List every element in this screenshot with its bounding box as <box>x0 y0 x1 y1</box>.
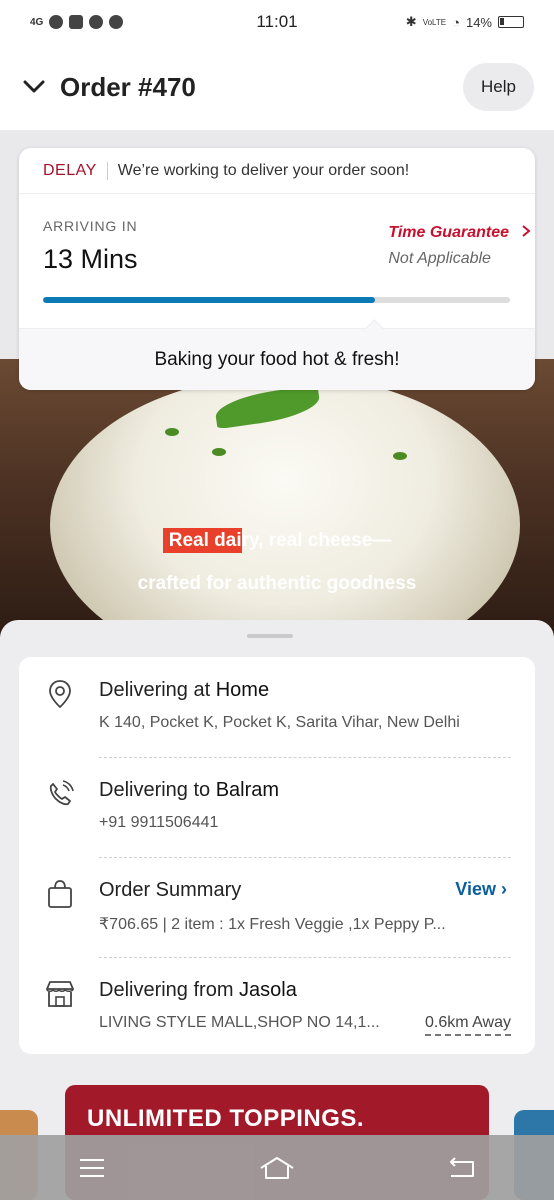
store-prefix: Delivering from <box>99 979 240 1001</box>
menu-icon[interactable] <box>62 1148 122 1188</box>
whatsapp-icon <box>49 15 64 29</box>
time-guarantee-title: Time Guarantee <box>388 224 509 241</box>
store-heading: Delivering from Jasola <box>99 979 297 1002</box>
wifi-icon: ◔ <box>452 14 460 30</box>
message-icon <box>89 15 104 29</box>
bluetooth-icon: ✱ <box>405 14 417 29</box>
chevron-right-icon: › <box>501 879 507 899</box>
status-bar: 4G 11:01 ✱ VoLTE ◔ 14% <box>0 0 554 44</box>
delivery-progress-bar <box>43 297 510 303</box>
sheet-drag-handle[interactable] <box>247 634 293 638</box>
recipient-row: Delivering to Balram +91 9911506441 <box>19 757 535 857</box>
network-indicator: 4G <box>30 16 44 28</box>
delivery-address-row: Delivering at Home K 140, Pocket K, Pock… <box>19 657 535 757</box>
volte-indicator: VoLTE <box>422 17 447 27</box>
location-pin-icon <box>43 677 77 711</box>
app-header: Order #470 Help <box>0 44 554 130</box>
delay-message: We’re working to deliver your order soon… <box>117 161 410 179</box>
system-nav-bar <box>0 1135 554 1200</box>
order-details-card: Delivering at Home K 140, Pocket K, Pock… <box>19 657 535 1054</box>
delivery-address-name: Home <box>215 679 270 701</box>
chevron-right-icon <box>521 224 531 243</box>
hero-headline-rest: ry, real cheese— <box>241 530 392 551</box>
page-title: Order #470 <box>60 71 196 102</box>
store-name: Jasola <box>239 979 297 1001</box>
delivery-address-text: K 140, Pocket K, Pocket K, Sarita Vihar,… <box>99 714 460 731</box>
herb-image <box>165 428 179 436</box>
status-left: 4G <box>30 15 210 29</box>
hero-headline-highlight: Real dai <box>162 528 242 553</box>
status-right: ✱ VoLTE ◔ 14% <box>344 14 524 30</box>
recipient-name: Balram <box>215 779 280 801</box>
view-summary-link[interactable]: View › <box>455 879 507 900</box>
battery-percent: 14% <box>465 14 492 30</box>
order-status-card: DELAY We’re working to deliver your orde… <box>19 148 535 390</box>
shopping-bag-icon <box>43 877 77 911</box>
order-summary-row[interactable]: Order Summary View › ₹706.65 | 2 item : … <box>19 857 535 957</box>
collapse-chevron-icon[interactable] <box>20 73 48 101</box>
time-guarantee-link[interactable]: Time Guarantee Not Applicable <box>388 224 531 268</box>
order-summary-title: Order Summary <box>99 879 242 901</box>
home-icon[interactable] <box>247 1148 307 1188</box>
order-summary-text: ₹706.65 | 2 item : 1x Fresh Veggie ,1x P… <box>99 916 446 933</box>
delivery-progress-fill <box>43 297 375 303</box>
recipient-heading: Delivering to Balram <box>99 779 279 802</box>
hero-subline: crafted for authentic goodness <box>137 573 417 594</box>
phone-icon <box>43 777 77 811</box>
arrival-section: ARRIVING IN 13 Mins Time Guarantee Not A… <box>19 194 535 328</box>
promo-text: UNLIMITED TOPPINGS. <box>87 1105 365 1132</box>
view-summary-label: View <box>455 879 496 899</box>
store-icon <box>43 977 77 1011</box>
order-stage: Baking your food hot & fresh! <box>19 319 535 390</box>
app-notification-icon <box>109 15 124 29</box>
help-button[interactable]: Help <box>463 63 534 111</box>
store-distance[interactable]: 0.6km Away <box>425 1014 511 1036</box>
delivery-address-heading: Delivering at Home <box>99 679 269 702</box>
time-guarantee-status: Not Applicable <box>388 250 491 267</box>
delivery-address-prefix: Delivering at <box>99 679 216 701</box>
recipient-phone: +91 9911506441 <box>99 814 219 831</box>
hero-headline: Real dairy, real cheese— <box>0 528 554 553</box>
facebook-icon <box>69 15 84 29</box>
order-stage-text: Baking your food hot & fresh! <box>154 348 400 370</box>
battery-icon <box>498 16 524 28</box>
delay-banner: DELAY We’re working to deliver your orde… <box>19 148 535 194</box>
delay-tag: DELAY <box>43 161 108 180</box>
back-icon[interactable] <box>432 1148 492 1188</box>
herb-image <box>212 448 226 456</box>
clock: 11:01 <box>256 12 298 31</box>
store-row: Delivering from Jasola LIVING STYLE MALL… <box>19 957 535 1057</box>
recipient-prefix: Delivering to <box>99 779 216 801</box>
store-address: LIVING STYLE MALL,SHOP NO 14,1... <box>99 1014 380 1031</box>
herb-image <box>393 452 407 460</box>
